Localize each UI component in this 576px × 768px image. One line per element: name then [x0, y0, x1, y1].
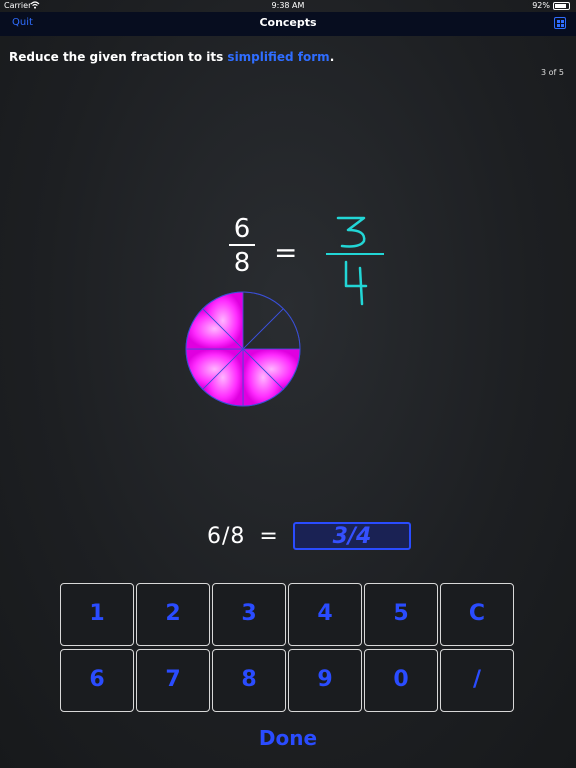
- battery-percent: 92%: [532, 1, 550, 10]
- equation-equals: =: [259, 524, 279, 549]
- equation-left: 6/8: [207, 524, 246, 549]
- nav-bar: Quit Concepts: [0, 12, 576, 36]
- answer-fraction-bar: [326, 253, 384, 255]
- key-5[interactable]: 5: [364, 583, 438, 646]
- key-2[interactable]: 2: [136, 583, 210, 646]
- key-9[interactable]: 9: [288, 649, 362, 712]
- key-8[interactable]: 8: [212, 649, 286, 712]
- key-6[interactable]: 6: [60, 649, 134, 712]
- given-fraction: 6 8: [227, 214, 257, 278]
- pie-slice-empty: [242, 308, 301, 350]
- instruction-text: Reduce the given fraction to its simplif…: [9, 50, 335, 64]
- key-clear[interactable]: C: [440, 583, 514, 646]
- answer-input[interactable]: 3/4: [293, 522, 411, 550]
- number-keypad: 1 2 3 4 5 C 6 7 8 9 0 /: [60, 583, 517, 713]
- key-7[interactable]: 7: [136, 649, 210, 712]
- simplified-form-link[interactable]: simplified form: [227, 50, 329, 64]
- fraction-denominator: 8: [233, 248, 251, 278]
- progress-indicator: 3 of 5: [541, 68, 564, 77]
- handwritten-answer: [326, 212, 388, 308]
- fraction-pie-chart: [185, 291, 301, 407]
- typed-equation: 6/8 =: [207, 524, 279, 549]
- key-slash[interactable]: /: [440, 649, 514, 712]
- key-4[interactable]: 4: [288, 583, 362, 646]
- pie-slice-empty: [242, 291, 284, 350]
- page-title: Concepts: [259, 16, 317, 29]
- key-0[interactable]: 0: [364, 649, 438, 712]
- clock: 9:38 AM: [271, 1, 305, 10]
- grid-menu-icon[interactable]: [554, 17, 566, 29]
- fraction-bar: [229, 244, 255, 246]
- handwritten-four: [344, 260, 368, 306]
- handwritten-three: [336, 216, 366, 248]
- battery-icon: [553, 2, 570, 10]
- status-bar: Carrier 9:38 AM 92%: [0, 0, 576, 12]
- key-1[interactable]: 1: [60, 583, 134, 646]
- done-button[interactable]: Done: [0, 726, 576, 750]
- key-3[interactable]: 3: [212, 583, 286, 646]
- fraction-numerator: 6: [233, 214, 251, 244]
- equals-sign: =: [274, 236, 298, 269]
